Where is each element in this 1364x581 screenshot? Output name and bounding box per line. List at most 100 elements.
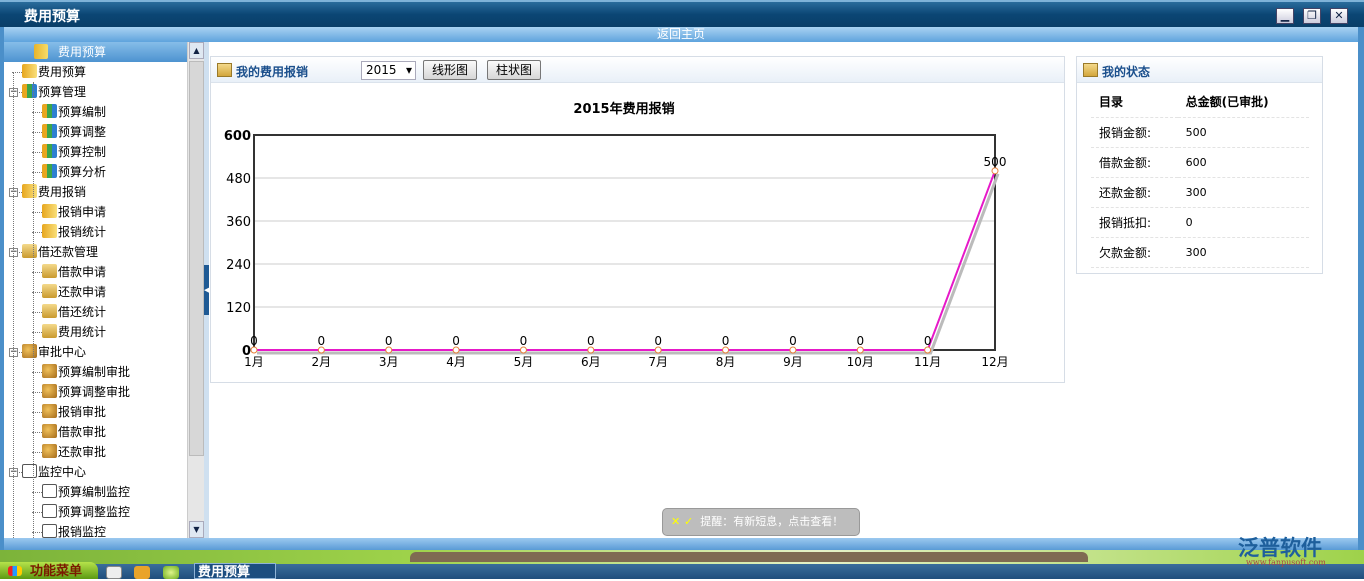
y-tick-label: 240 — [226, 258, 251, 273]
sidebar-item[interactable]: 报销监控 — [42, 522, 106, 538]
ppl-icon — [42, 424, 57, 438]
status-row: 报销抵扣: 0 — [1091, 207, 1309, 238]
sidebar-item[interactable]: 报销申请 — [42, 202, 106, 222]
sidebar-item[interactable]: 还款审批 — [42, 442, 106, 462]
sidebar-item[interactable]: 审批中心 — [22, 342, 86, 362]
doc-icon — [42, 524, 57, 538]
notification-toast[interactable]: ✕ ✓ 提醒：有新短息，点击查看！ — [662, 508, 860, 536]
data-label: 0 — [452, 334, 460, 348]
sidebar-item[interactable]: 预算调整审批 — [42, 382, 130, 402]
sidebar-item-label: 预算管理 — [38, 85, 87, 99]
sidebar-item-label: 监控中心 — [38, 465, 87, 479]
collapse-handle[interactable]: ◀ — [204, 265, 209, 315]
sidebar-item[interactable]: 预算调整 — [42, 122, 106, 142]
plot-frame — [253, 134, 996, 351]
sidebar-item[interactable]: 借还统计 — [42, 302, 106, 322]
sidebar-item[interactable]: 报销审批 — [42, 402, 106, 422]
gold-icon — [42, 224, 57, 238]
doc-icon — [42, 484, 57, 498]
scroll-down-button[interactable]: ▼ — [189, 521, 204, 538]
sidebar-item[interactable]: 监控中心 — [22, 462, 86, 482]
sidebar-item[interactable]: 预算编制监控 — [42, 482, 130, 502]
notepad-icon[interactable] — [106, 566, 122, 579]
sidebar-item[interactable]: 费用统计 — [42, 322, 106, 342]
series-line — [254, 170, 996, 351]
x-tick-label: 2月 — [312, 355, 332, 369]
data-label: 500 — [984, 155, 1007, 169]
data-label: 0 — [722, 334, 730, 348]
coins-icon — [34, 44, 48, 59]
ppl-icon — [42, 404, 57, 418]
task-item-expense-budget[interactable]: 费用预算 — [194, 563, 276, 580]
sidebar-item[interactable]: 报销统计 — [42, 222, 106, 242]
sidebar-header[interactable]: 费用预算 — [4, 42, 187, 62]
sidebar-item[interactable]: 借款申请 — [42, 262, 106, 282]
sidebar-item[interactable]: 还款申请 — [42, 282, 106, 302]
bar-chart-button[interactable]: 柱状图 — [487, 60, 542, 80]
panel-icon — [1083, 63, 1098, 77]
sidebar-item-label: 费用预算 — [38, 65, 87, 79]
data-label: 0 — [924, 334, 932, 348]
status-label: 欠款金额: — [1091, 237, 1178, 268]
status-label: 借款金额: — [1091, 147, 1178, 178]
toast-icons: ✕ ✓ — [671, 515, 694, 528]
folder-icon[interactable] — [134, 566, 150, 579]
data-label: 0 — [520, 334, 528, 348]
col-amount: 总金额(已审批) — [1177, 87, 1309, 118]
start-menu-button[interactable]: 功能菜单 — [0, 562, 98, 579]
data-label: 0 — [587, 334, 595, 348]
sidebar-item[interactable]: 预算编制审批 — [42, 362, 130, 382]
scroll-up-button[interactable]: ▲ — [189, 42, 204, 59]
sidebar-item[interactable]: 预算分析 — [42, 162, 106, 182]
sidebar-item-label: 预算编制 — [58, 105, 107, 119]
gold-icon — [42, 204, 57, 218]
data-label: 0 — [856, 334, 864, 348]
fold-icon — [42, 324, 57, 338]
sidebar-splitter[interactable]: ◀ — [204, 42, 209, 538]
fold-icon — [42, 264, 57, 278]
sidebar-item[interactable]: 借款审批 — [42, 422, 106, 442]
status-value: 600 — [1177, 147, 1309, 178]
line-chart-button[interactable]: 线形图 — [423, 60, 478, 80]
minimize-button[interactable]: ▁ — [1276, 8, 1294, 24]
sidebar-tree: 费用预算 预算管理 − 预算编制 预算调整 预算控制 预算分析 费用报销 − 报销申请 报销统计 借还… — [4, 62, 187, 538]
status-label: 还款金额: — [1091, 177, 1178, 208]
mix-icon — [42, 104, 57, 118]
x-tick-label: 11月 — [914, 355, 941, 369]
sidebar-scrollbar[interactable]: ▲ ▼ — [187, 42, 204, 538]
fold-icon — [42, 304, 57, 318]
sidebar-item[interactable]: 预算管理 — [22, 82, 86, 102]
sidebar-item[interactable]: 预算调整监控 — [42, 502, 130, 522]
sidebar-header-label: 费用预算 — [58, 45, 107, 59]
close-button[interactable]: ✕ — [1330, 8, 1348, 24]
sidebar-item-label: 预算编制审批 — [58, 365, 131, 379]
ppl-icon — [42, 444, 57, 458]
sidebar-item[interactable]: 预算编制 — [42, 102, 106, 122]
year-select[interactable]: 2015 — [361, 61, 416, 80]
mix-icon — [42, 164, 57, 178]
sidebar-item-label: 审批中心 — [38, 345, 87, 359]
expense-line-chart: 2015年费用报销 0 120 240 360 480 600 0 1月 0 2月 0 3月 0 4月 0 5月… — [224, 101, 1009, 369]
expense-panel-title: 我的费用报销 — [236, 65, 309, 79]
sidebar-item-label: 还款申请 — [58, 285, 107, 299]
sidebar-item-label: 报销监控 — [58, 525, 107, 538]
ppl-icon — [22, 344, 37, 358]
sidebar-item[interactable]: 费用预算 — [22, 62, 86, 82]
sidebar-item-label: 借还统计 — [58, 305, 107, 319]
status-row: 还款金额: 300 — [1091, 177, 1309, 208]
scroll-thumb[interactable] — [189, 61, 204, 456]
users-icon[interactable] — [163, 566, 179, 579]
mix-icon — [22, 84, 37, 98]
doc-icon — [42, 504, 57, 518]
taskbar-decoration-road — [410, 552, 1088, 562]
toast-text[interactable]: 提醒：有新短息，点击查看！ — [700, 515, 843, 528]
home-link[interactable]: 返回主页 — [657, 27, 705, 41]
status-row: 借款金额: 600 — [1091, 147, 1309, 178]
sidebar-item[interactable]: 费用报销 — [22, 182, 86, 202]
restore-button[interactable]: ❐ — [1303, 8, 1321, 24]
sidebar-item[interactable]: 预算控制 — [42, 142, 106, 162]
status-row: 报销金额: 500 — [1091, 117, 1309, 148]
x-tick-label: 10月 — [847, 355, 874, 369]
gold-icon — [22, 184, 37, 198]
y-tick-label: 600 — [224, 129, 251, 144]
